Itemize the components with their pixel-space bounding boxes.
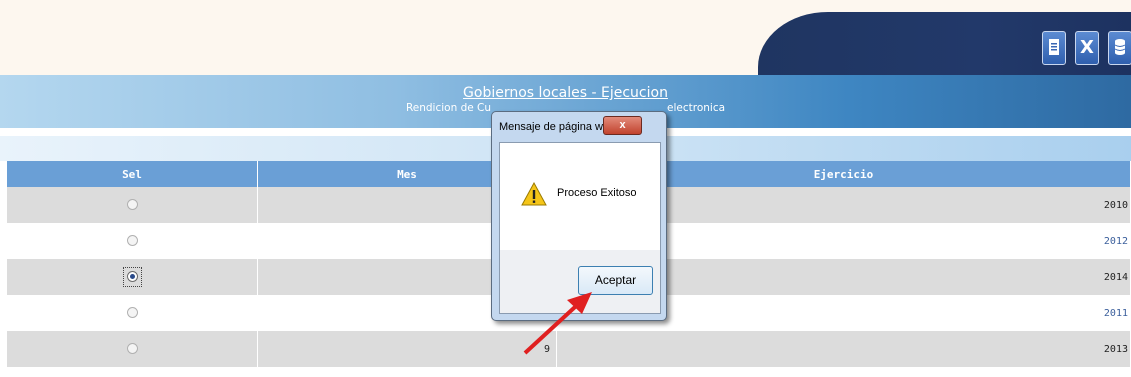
row-radio[interactable] [126, 307, 138, 319]
message-dialog: Mensaje de página web x Proceso Exitoso … [491, 111, 667, 321]
report-icon[interactable] [1042, 31, 1066, 65]
dialog-footer: Aceptar [499, 250, 661, 314]
page-title[interactable]: Gobiernos locales - Ejecucion [0, 85, 1131, 101]
dialog-message: Proceso Exitoso [557, 187, 637, 199]
column-header-sel[interactable]: Sel [7, 161, 258, 187]
dialog-close-button[interactable]: x [603, 116, 642, 135]
warning-icon [521, 182, 547, 206]
select-cell [7, 187, 258, 223]
select-cell [7, 259, 258, 295]
database-icon[interactable] [1108, 31, 1131, 65]
focus-ring [122, 267, 142, 287]
accept-button[interactable]: Aceptar [578, 266, 653, 295]
select-cell [7, 295, 258, 331]
row-radio[interactable] [126, 199, 138, 211]
table-row: 9 2013 [7, 331, 1131, 367]
subtitle-left: Rendicion de Cu [405, 102, 492, 114]
dialog-body: Proceso Exitoso [499, 142, 661, 251]
excel-label: X [1080, 37, 1094, 58]
subtitle-right: electronica [667, 102, 726, 114]
select-cell [7, 223, 258, 259]
mes-cell: 9 [257, 331, 557, 367]
row-radio[interactable] [126, 343, 138, 355]
dialog-title: Mensaje de página web [499, 121, 616, 133]
row-radio[interactable] [126, 235, 138, 247]
excel-icon[interactable]: X [1075, 31, 1099, 65]
select-cell [7, 331, 258, 367]
top-header: X [0, 0, 1131, 75]
ejercicio-cell: 2013 [556, 331, 1131, 367]
row-radio-selected[interactable] [126, 271, 138, 283]
